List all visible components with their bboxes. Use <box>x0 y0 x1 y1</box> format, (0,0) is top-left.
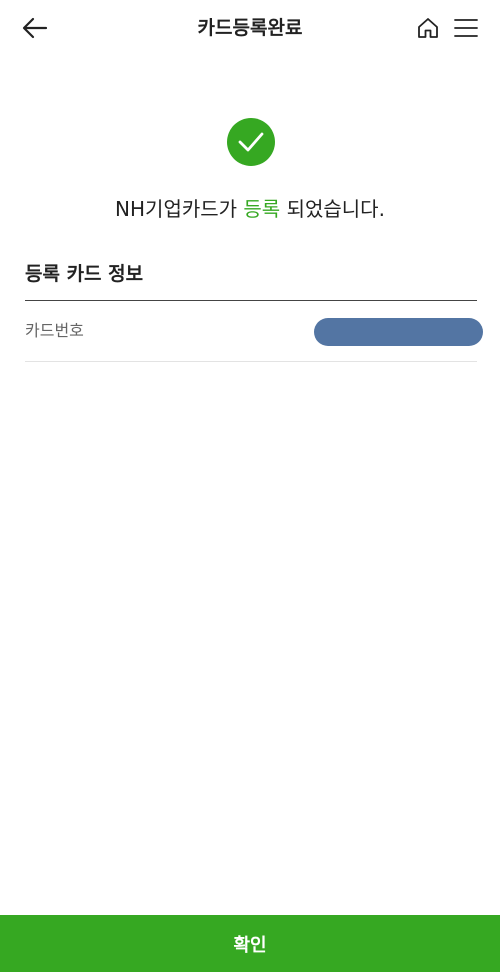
registration-success-message: NH기업카드가 등록 되었습니다. <box>0 195 500 223</box>
hamburger-menu-icon <box>454 19 478 37</box>
message-suffix: 되었습니다. <box>280 197 385 221</box>
card-number-masked-value <box>314 318 483 346</box>
check-mark-icon <box>238 132 264 152</box>
card-info-section-title: 등록 카드 정보 <box>25 263 144 285</box>
row-divider <box>25 361 477 362</box>
menu-button[interactable] <box>452 14 480 42</box>
confirm-button[interactable]: 확인 <box>0 915 500 972</box>
message-prefix: NH기업카드가 <box>115 197 244 221</box>
message-highlight: 등록 <box>243 197 281 221</box>
app-header: 카드등록완료 <box>0 0 500 56</box>
card-registration-complete-screen: 카드등록완료 NH기업카드가 등록 되었습니다. 등록 카드 정보 카드번호 확… <box>0 0 500 972</box>
card-number-label: 카드번호 <box>25 321 84 340</box>
home-button[interactable] <box>414 14 442 42</box>
section-divider <box>25 300 477 301</box>
check-circle-icon <box>227 118 275 166</box>
home-icon <box>418 18 438 38</box>
